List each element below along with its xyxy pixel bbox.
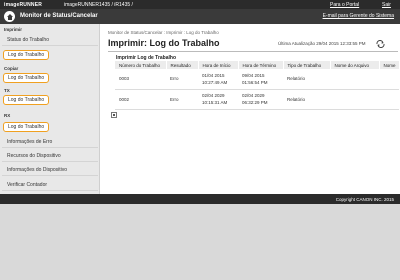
job-end: 02/04 2029 06:32:29 PM [238,89,283,110]
col-start-time: Hora de Início [198,61,239,69]
job-file [330,89,379,110]
main-content: Monitor de Status/Cancelar : Imprimir : … [100,24,400,194]
table-row: 0003 Erro 01/04 2015 10:27:49 AM 09/04 20… [115,69,399,90]
sidebar-item-check-counter[interactable]: Verificar Contador [2,180,98,191]
job-log-table: Número do Trabalho Resultado Hora de Iní… [115,61,400,110]
table-row: 0002 Erro 02/04 2029 10:15:31 AM 02/04 20… [115,89,399,110]
last-updated: Última Atualização 29/04 2015 12:33:55 P… [278,41,366,46]
footer: Copyright CANON INC. 2015 [0,194,400,204]
sidebar: Imprimir Status do Trabalho Log do Traba… [0,24,100,194]
job-name [379,89,399,110]
page-background [0,194,400,280]
app-title: Monitor de Status/Cancelar [20,13,98,19]
sidebar-section-rx: RX [4,113,11,118]
job-end-date: 09/04 2015 [242,72,265,78]
logout-link[interactable]: Sair [382,2,391,8]
job-start: 02/04 2029 10:15:31 AM [198,89,238,110]
job-number: 0003 [115,69,166,90]
sidebar-section-tx: TX [4,88,10,93]
job-start-clock: 10:15:31 AM [202,100,228,105]
col-job-type: Tipo de Trabalho [283,61,331,69]
job-start-date: 01/04 2015 [202,72,225,78]
job-name [379,69,399,90]
email-admin-link[interactable]: E-mail para Gerente do Sistema [323,13,394,19]
app-header: Monitor de Status/Cancelar E-mail para G… [0,9,400,24]
copyright: Copyright CANON INC. 2015 [335,196,394,202]
job-type: Relatório [283,69,330,90]
sidebar-item-copy-log[interactable]: Log do Trabalho [3,73,49,83]
top-bar: imageRUNNER imageRUNNER1435 / iR1435 / P… [0,0,400,9]
job-start-clock: 10:27:49 AM [202,79,228,85]
job-end-date: 02/04 2029 [242,93,265,98]
sidebar-item-tx-log[interactable]: Log do Trabalho [3,95,49,105]
expand-icon[interactable] [111,112,117,118]
job-type: Relatório [283,89,330,110]
col-job-number: Número do Trabalho [115,61,167,69]
sidebar-item-error-info[interactable]: Informações de Erro [2,137,98,148]
job-result: Erro [166,69,198,90]
sidebar-section-print: Imprimir [4,27,23,32]
sidebar-item-print-status[interactable]: Status do Trabalho [2,35,98,46]
job-result: Erro [166,89,198,110]
sidebar-item-device-info[interactable]: Informações do Dispositivo [2,165,98,176]
sidebar-item-device-resources[interactable]: Recursos do Dispositivo [2,151,98,162]
title-divider [108,51,398,52]
table-header-row: Número do Trabalho Resultado Hora de Iní… [115,61,400,69]
page-title: Imprimir: Log do Trabalho [108,38,220,48]
job-end: 09/04 2015 01:56:54 PM [238,69,283,90]
job-start: 01/04 2015 10:27:49 AM [198,69,238,90]
job-file [330,69,379,90]
col-file-name: Nome do Arquivo [330,61,380,69]
job-end-clock: 01:56:54 PM [242,79,268,85]
col-result: Resultado [166,61,199,69]
breadcrumb: Monitor de Status/Cancelar : Imprimir : … [108,30,219,35]
refresh-icon[interactable] [376,39,385,50]
home-icon[interactable] [4,11,15,22]
brand-logo: imageRUNNER [4,2,43,8]
sidebar-section-copy: Copiar [4,66,19,71]
sidebar-item-rx-log[interactable]: Log do Trabalho [3,122,49,132]
col-name: Nome [379,61,400,69]
job-number: 0002 [115,89,166,110]
job-end-clock: 06:32:29 PM [242,100,268,105]
device-name: imageRUNNER1435 / iR1435 / [64,2,133,8]
portal-link[interactable]: Para o Portal [330,2,359,8]
sidebar-item-print-log[interactable]: Log do Trabalho [3,50,49,60]
col-end-time: Hora de Término [238,61,284,69]
job-start-date: 02/04 2029 [202,93,225,98]
